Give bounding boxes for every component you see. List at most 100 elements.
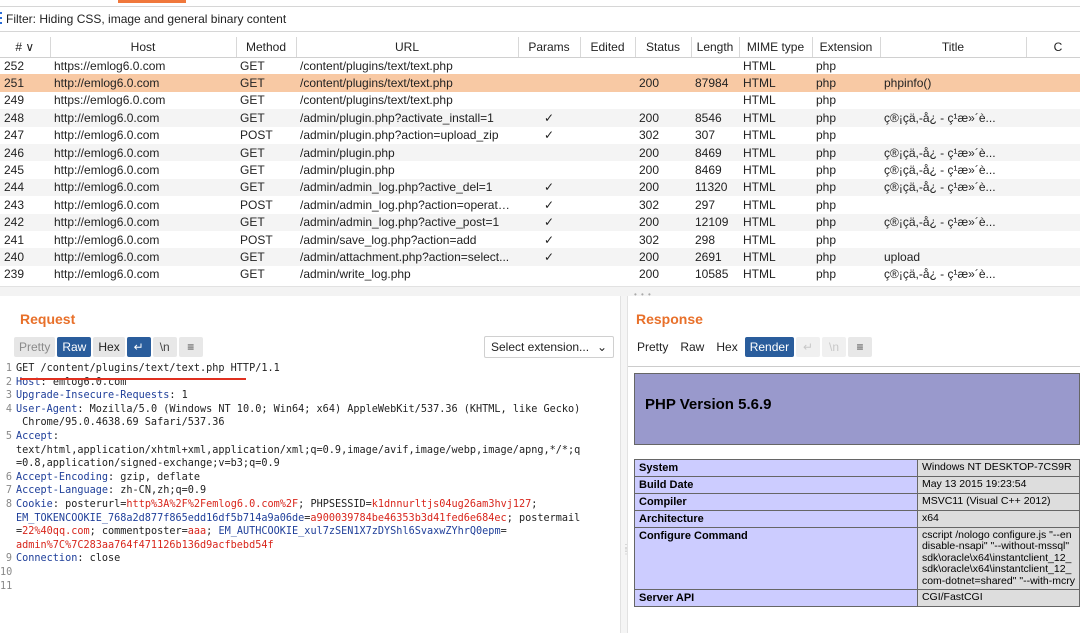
line-token: a900039784be46353b3d41fed6e684ec bbox=[310, 512, 507, 524]
request-line-underline bbox=[20, 378, 246, 380]
line-token: admin%7C%7C283aa764f471126b136d9acfbebd5… bbox=[16, 539, 274, 551]
cell-url: /content/plugins/text/text.php bbox=[296, 91, 518, 110]
phpinfo-value: CGI/FastCGI bbox=[916, 589, 1080, 608]
table-row[interactable]: 244 http://emlog6.0.com GET/admin/admin_lo… bbox=[0, 178, 1080, 197]
cell-host: http://emlog6.0.com bbox=[50, 248, 236, 266]
request-toolbar: Pretty Raw Hex ↵ \n ≡ bbox=[14, 336, 203, 358]
column-header[interactable]: Host bbox=[50, 37, 237, 58]
line-token: User-Agent bbox=[16, 403, 78, 415]
table-row[interactable]: 240 http://emlog6.0.com GET/admin/attachme… bbox=[0, 248, 1080, 266]
table-row[interactable]: 247 http://emlog6.0.com POST/admin/plugin.… bbox=[0, 126, 1080, 144]
phpinfo-key: Build Date bbox=[634, 476, 918, 494]
cell-mime: HTML bbox=[739, 248, 812, 266]
line-token: Accept-Encoding bbox=[16, 471, 109, 483]
cell-length: 297 bbox=[691, 196, 739, 214]
cell-mime: HTML bbox=[739, 265, 812, 284]
cell-mime: HTML bbox=[739, 161, 812, 179]
table-row[interactable]: 243 http://emlog6.0.com POST/admin/admin_l… bbox=[0, 196, 1080, 214]
request-line: EM_TOKENCOOKIE_768a2d877f865edd16df5b714… bbox=[0, 512, 620, 526]
cell-ext: php bbox=[812, 126, 880, 144]
pane-splitter[interactable]: • • • bbox=[0, 286, 1080, 299]
column-header[interactable]: Title bbox=[880, 37, 1027, 58]
response-raw-tab[interactable]: Raw bbox=[675, 337, 709, 357]
column-header[interactable]: MIME type bbox=[739, 37, 813, 58]
cell-title: upload bbox=[880, 248, 1026, 266]
cell-method: GET bbox=[236, 57, 296, 75]
response-pretty-tab[interactable]: Pretty bbox=[632, 337, 673, 357]
http-history-table[interactable]: # ∨ Host Method URL Params Edited Status Length… bbox=[0, 37, 1080, 284]
request-pretty-tab[interactable]: Pretty bbox=[14, 337, 56, 357]
cell-status: 200 bbox=[635, 161, 691, 179]
table-row[interactable]: 239 http://emlog6.0.com GET/admin/write_lo… bbox=[0, 265, 1080, 284]
cell-extra bbox=[1026, 143, 1080, 162]
column-header[interactable]: URL bbox=[296, 37, 519, 58]
menu-icon[interactable]: ≡ bbox=[848, 337, 873, 357]
cell-url: /admin/plugin.php bbox=[296, 161, 518, 179]
table-row[interactable]: 252 https://emlog6.0.com GET/content/plugi… bbox=[0, 57, 1080, 75]
line-content: EM_TOKENCOOKIE_768a2d877f865edd16df5b714… bbox=[16, 512, 580, 526]
request-line: 5 Accept: bbox=[0, 430, 620, 444]
column-header[interactable]: Edited bbox=[580, 37, 636, 58]
table-row[interactable]: 251 http://emlog6.0.com GET/content/plugin… bbox=[0, 74, 1080, 92]
select-extension-dropdown[interactable]: Select extension... ⌄ bbox=[484, 336, 614, 358]
cell-status: 200 bbox=[635, 74, 691, 92]
column-header[interactable]: # ∨ bbox=[0, 37, 51, 58]
filter-bar[interactable]: Filter: Hiding CSS, image and general bi… bbox=[0, 6, 1080, 32]
cell-title: phpinfo() bbox=[880, 74, 1026, 92]
show-newlines-icon[interactable]: \n bbox=[152, 337, 177, 357]
column-header[interactable]: Status bbox=[635, 37, 692, 58]
cell-length: 87984 bbox=[691, 74, 739, 92]
request-editor[interactable]: 1 GET /content/plugins/text/text.php HTTP… bbox=[0, 362, 620, 633]
cell-extra bbox=[1026, 161, 1080, 179]
line-content: Connection: close bbox=[16, 552, 120, 566]
line-token: ; postermail bbox=[506, 512, 581, 524]
request-line: 4 User-Agent: Mozilla/5.0 (Windows NT 10.… bbox=[0, 403, 620, 417]
cell-params: ✓ bbox=[518, 213, 580, 231]
phpinfo-key: Configure Command bbox=[634, 526, 918, 591]
cell-extra bbox=[1026, 196, 1080, 214]
response-hex-tab[interactable]: Hex bbox=[711, 337, 742, 357]
cell-length: 11320 bbox=[691, 178, 739, 197]
request-raw-tab[interactable]: Raw bbox=[57, 337, 92, 357]
table-row[interactable]: 246 http://emlog6.0.com GET/admin/plugin.p… bbox=[0, 143, 1080, 162]
render-view[interactable]: PHP Version 5.6.9 System Windows NT DESKT… bbox=[628, 366, 1080, 633]
wrap-lines-icon: ↵ bbox=[796, 337, 821, 357]
cell-extra bbox=[1026, 57, 1080, 75]
cell-ext: php bbox=[812, 265, 880, 284]
cell-edited bbox=[580, 196, 635, 214]
column-header[interactable]: Method bbox=[236, 37, 297, 58]
phpinfo-row: Server API CGI/FastCGI bbox=[634, 589, 1080, 608]
line-token: : bbox=[52, 430, 59, 442]
cell-method: GET bbox=[236, 178, 296, 197]
phpinfo-value: cscript /nologo configure.js "--en disab… bbox=[916, 526, 1080, 591]
line-content: Chrome/95.0.4638.69 Safari/537.36 bbox=[16, 416, 224, 430]
vertical-splitter[interactable]: ⋮ ⋮ bbox=[620, 296, 630, 633]
cell-title: ç®¡çä,-å¿ - ç¹æ»´è... bbox=[880, 178, 1026, 197]
cell-url: /admin/admin_log.php?active_del=1 bbox=[296, 178, 518, 197]
cell-title: ç®¡çä,-å¿ - ç¹æ»´è... bbox=[880, 161, 1026, 179]
table-row[interactable]: 249 https://emlog6.0.com GET/content/plugi… bbox=[0, 91, 1080, 110]
cell-ext: php bbox=[812, 74, 880, 92]
column-header[interactable]: Extension bbox=[812, 37, 881, 58]
phpinfo-value: Windows NT DESKTOP-7CS9R bbox=[916, 459, 1080, 477]
line-token: ; commentposter= bbox=[89, 526, 188, 538]
response-render-tab[interactable]: Render bbox=[744, 337, 795, 357]
wrap-lines-icon[interactable]: ↵ bbox=[126, 337, 151, 357]
table-row[interactable]: 245 http://emlog6.0.com GET/admin/plugin.p… bbox=[0, 161, 1080, 179]
column-header[interactable]: Length bbox=[691, 37, 740, 58]
cell-extra bbox=[1026, 109, 1080, 127]
menu-icon[interactable]: ≡ bbox=[178, 337, 203, 357]
table-row[interactable]: 248 http://emlog6.0.com GET/admin/plugin.p… bbox=[0, 109, 1080, 127]
phpinfo-value: x64 bbox=[916, 510, 1080, 528]
cell-status bbox=[635, 57, 691, 75]
column-header[interactable]: Params bbox=[518, 37, 581, 58]
table-row[interactable]: 242 http://emlog6.0.com GET/admin/admin_lo… bbox=[0, 213, 1080, 231]
request-hex-tab[interactable]: Hex bbox=[93, 337, 125, 357]
column-header[interactable]: C bbox=[1026, 37, 1080, 58]
cell-num: 240 bbox=[0, 248, 50, 266]
cell-host: http://emlog6.0.com bbox=[50, 213, 236, 231]
cell-params: ✓ bbox=[518, 196, 580, 214]
phpinfo-row: Configure Command cscript /nologo configu… bbox=[634, 526, 1080, 591]
cell-title bbox=[880, 126, 1026, 144]
table-row[interactable]: 241 http://emlog6.0.com POST/admin/save_lo… bbox=[0, 230, 1080, 249]
